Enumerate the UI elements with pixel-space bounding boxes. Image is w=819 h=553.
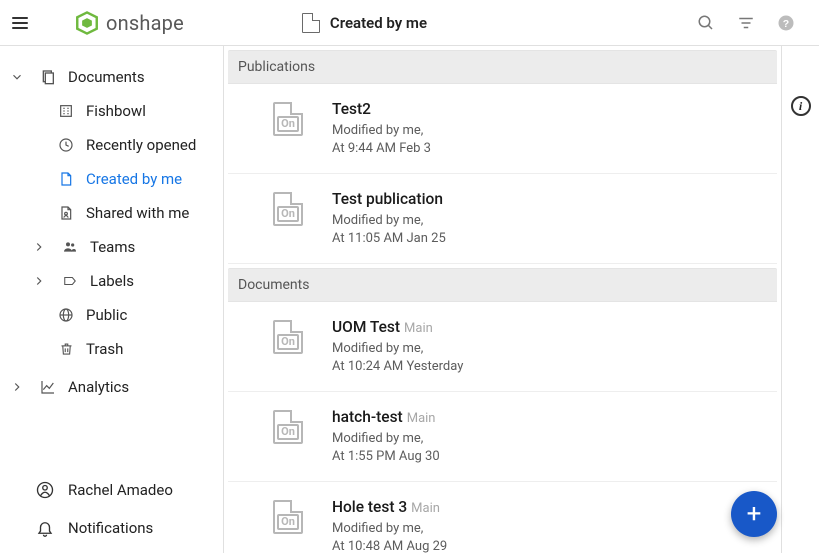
sidebar-item-label: Trash: [86, 340, 123, 358]
sidebar-item-label: Documents: [68, 68, 145, 86]
item-modified-at: At 1:55 PM Aug 30: [332, 449, 440, 464]
search-icon[interactable]: [697, 14, 715, 32]
shared-document-icon: [56, 204, 76, 222]
info-icon[interactable]: i: [791, 96, 811, 116]
item-modified-at: At 10:24 AM Yesterday: [332, 359, 463, 374]
item-modified-at: At 10:48 AM Aug 29: [332, 539, 447, 553]
list-item[interactable]: On Hole test 3 Main Modified by me, At 10…: [228, 482, 777, 553]
building-icon: [56, 103, 76, 119]
section-header-documents: Documents: [228, 268, 777, 302]
sidebar-item-labels[interactable]: Labels: [0, 264, 223, 298]
sidebar-item-label: Shared with me: [86, 204, 189, 222]
onshape-document-icon: On: [273, 500, 303, 534]
sidebar-item-label: Analytics: [68, 378, 129, 396]
onshape-icon: [74, 10, 100, 36]
list-item[interactable]: On Test publication Modified by me, At 1…: [228, 174, 777, 264]
sidebar-item-recently-opened[interactable]: Recently opened: [0, 128, 223, 162]
notifications-button[interactable]: Notifications: [0, 509, 223, 547]
sidebar-item-label: Teams: [90, 238, 135, 256]
documents-icon: [38, 69, 58, 85]
user-name: Rachel Amadeo: [68, 481, 173, 499]
analytics-icon: [38, 379, 58, 395]
item-modified-by: Modified by me,: [332, 123, 423, 138]
item-modified-by: Modified by me,: [332, 213, 423, 228]
label-icon: [60, 274, 80, 288]
app-header: onshape Created by me ?: [0, 0, 819, 46]
item-title: Test2: [332, 100, 371, 118]
item-title: UOM Test: [332, 318, 400, 336]
help-icon[interactable]: ?: [777, 14, 795, 32]
list-item[interactable]: On UOM Test Main Modified by me, At 10:24…: [228, 302, 777, 392]
sidebar-item-label: Public: [86, 306, 127, 324]
chevron-down-icon: [10, 70, 28, 84]
user-profile[interactable]: Rachel Amadeo: [0, 471, 223, 509]
sidebar-item-created-by-me[interactable]: Created by me: [0, 162, 223, 196]
document-icon: [56, 170, 76, 188]
chevron-right-icon: [32, 240, 50, 254]
sidebar-item-label: Fishbowl: [86, 102, 146, 120]
onshape-document-icon: On: [273, 320, 303, 354]
sidebar-item-label: Created by me: [86, 170, 182, 188]
bell-icon: [36, 519, 54, 537]
sidebar-item-fishbowl[interactable]: Fishbowl: [0, 94, 223, 128]
sidebar-item-label: Labels: [90, 272, 134, 290]
details-rail: i: [781, 46, 819, 553]
main-content: Publications On Test2 Modified by me, At…: [224, 46, 819, 553]
chevron-right-icon: [32, 274, 50, 288]
list-item[interactable]: On Test2 Modified by me, At 9:44 AM Feb …: [228, 84, 777, 174]
item-modified-at: At 9:44 AM Feb 3: [332, 141, 431, 156]
list-item[interactable]: On hatch-test Main Modified by me, At 1:5…: [228, 392, 777, 482]
avatar-icon: [36, 481, 54, 499]
document-list[interactable]: Publications On Test2 Modified by me, At…: [224, 46, 781, 553]
item-branch: Main: [411, 501, 440, 516]
create-new-button[interactable]: +: [731, 491, 777, 537]
onshape-document-icon: On: [273, 410, 303, 444]
clock-icon: [56, 137, 76, 153]
sidebar-item-teams[interactable]: Teams: [0, 230, 223, 264]
trash-icon: [56, 341, 76, 357]
page-title: Created by me: [330, 14, 427, 32]
section-header-publications: Publications: [228, 50, 777, 84]
item-modified-by: Modified by me,: [332, 431, 423, 446]
menu-toggle-icon[interactable]: [10, 11, 30, 35]
sidebar: Documents Fishbowl Recently opened Creat…: [0, 46, 224, 553]
breadcrumb: Created by me: [302, 13, 427, 33]
item-branch: Main: [404, 321, 433, 336]
document-icon: [302, 13, 320, 33]
globe-icon: [56, 307, 76, 323]
item-modified-by: Modified by me,: [332, 521, 423, 536]
item-modified-by: Modified by me,: [332, 341, 423, 356]
onshape-document-icon: On: [273, 102, 303, 136]
brand-name: onshape: [106, 11, 184, 35]
item-title: Test publication: [332, 190, 443, 208]
sidebar-item-public[interactable]: Public: [0, 298, 223, 332]
item-modified-at: At 11:05 AM Jan 25: [332, 231, 446, 246]
sidebar-item-label: Recently opened: [86, 136, 196, 154]
item-title: Hole test 3: [332, 498, 407, 516]
item-title: hatch-test: [332, 408, 403, 426]
svg-text:?: ?: [783, 17, 789, 29]
brand-logo[interactable]: onshape: [74, 10, 184, 36]
sidebar-item-trash[interactable]: Trash: [0, 332, 223, 366]
notifications-label: Notifications: [68, 519, 153, 537]
chevron-right-icon: [10, 380, 28, 394]
sidebar-item-shared-with-me[interactable]: Shared with me: [0, 196, 223, 230]
item-branch: Main: [407, 411, 436, 426]
onshape-document-icon: On: [273, 192, 303, 226]
sidebar-item-analytics[interactable]: Analytics: [0, 370, 223, 404]
sort-icon[interactable]: [737, 14, 755, 32]
sidebar-item-documents[interactable]: Documents: [0, 60, 223, 94]
teams-icon: [60, 239, 80, 255]
